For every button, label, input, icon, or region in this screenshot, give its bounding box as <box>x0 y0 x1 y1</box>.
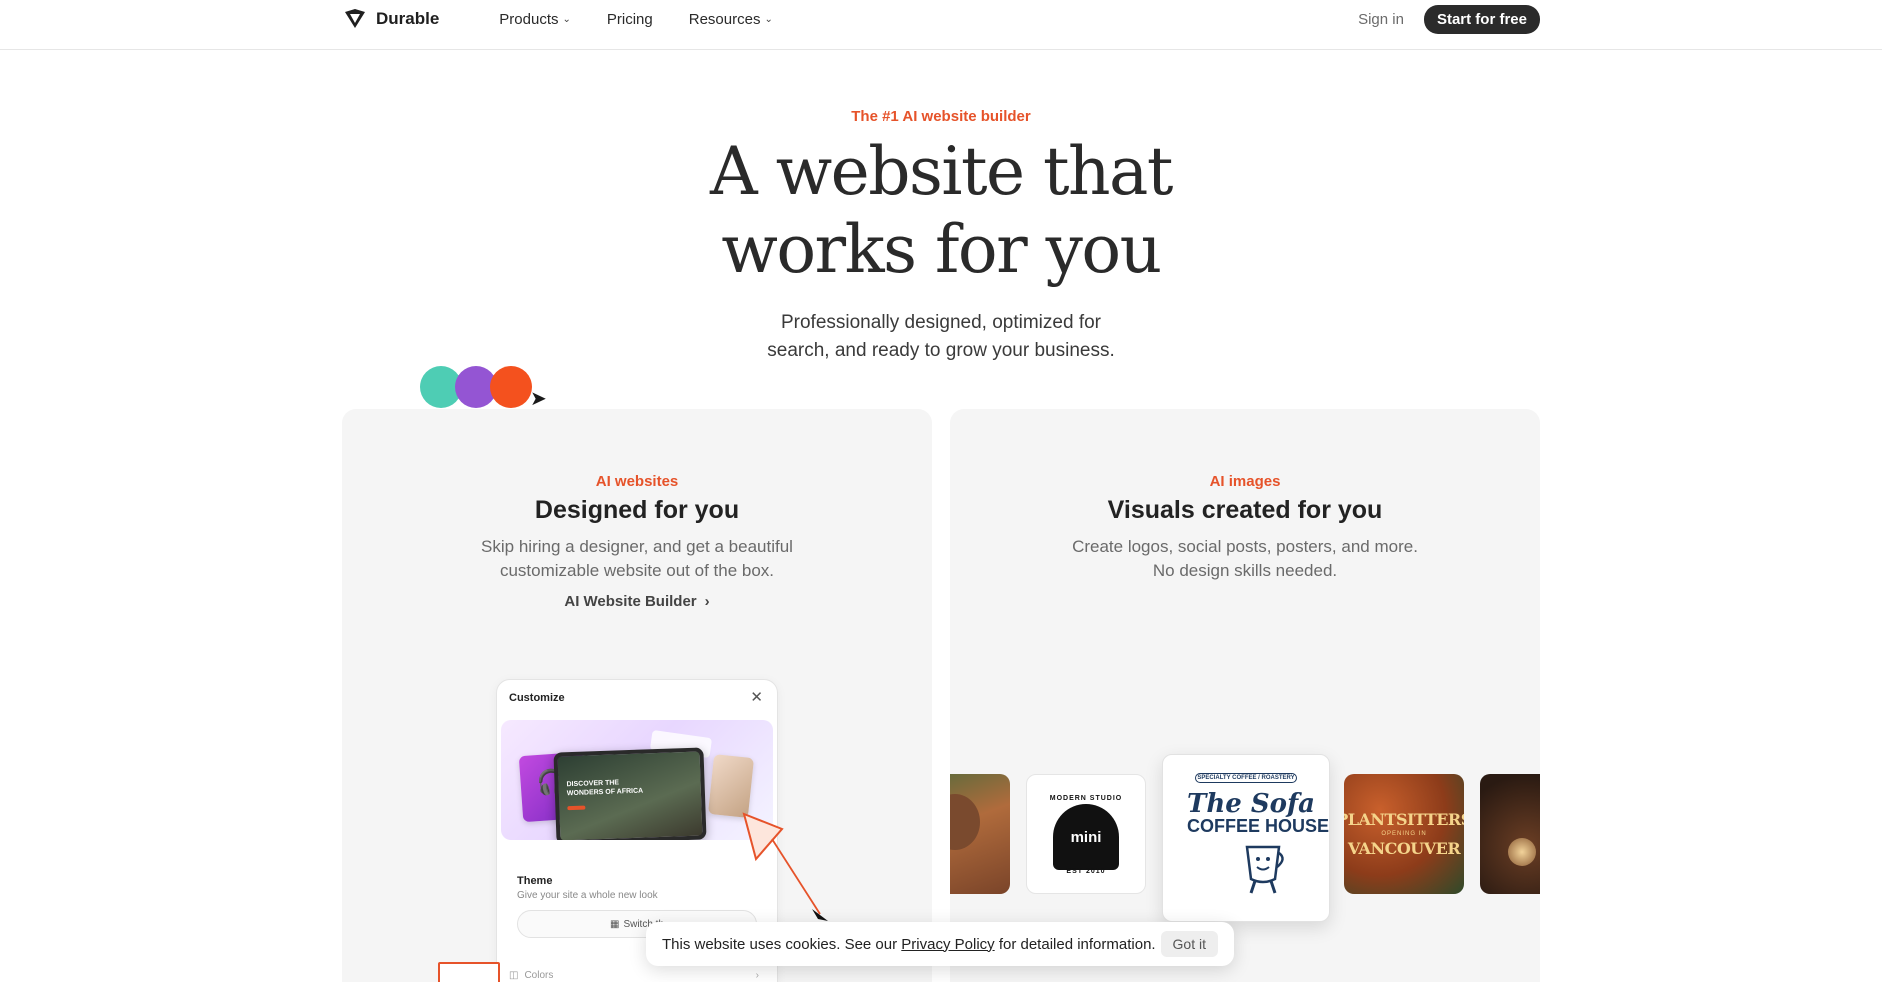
brand-logo[interactable]: Durable <box>342 8 439 30</box>
cookie-banner: This website uses cookies. See our Priva… <box>646 922 1234 966</box>
orange-dot <box>490 366 532 408</box>
theme-label: Theme <box>517 875 553 887</box>
chevron-down-icon: ⌄ <box>764 13 773 25</box>
modern-studio-logo: MODERN STUDIO mini EST 2010 <box>1026 774 1146 894</box>
chevron-right-icon: › <box>755 970 759 981</box>
hero-sub-line2: search, and ready to grow your business. <box>767 340 1115 361</box>
preview-thumb-portrait <box>707 754 755 818</box>
plant-opening: OPENING IN <box>1381 831 1427 837</box>
ai-images-eyebrow: AI images <box>1209 473 1281 490</box>
ai-websites-card: AI websites Designed for you Skip hiring… <box>342 409 932 982</box>
plant-title: PLANTSITTERS <box>1344 810 1464 829</box>
preview-africa-line2: WONDERS OF AFRICA <box>566 787 644 798</box>
nav-links: Products ⌄ Pricing Resources ⌄ <box>499 11 773 28</box>
hero-sub-line1: Professionally designed, optimized for <box>780 312 1101 333</box>
coffee-cup-mascot-icon <box>1245 845 1284 894</box>
theme-description: Give your site a whole new look <box>517 890 658 901</box>
ai-websites-header: AI websites Designed for you Skip hiring… <box>342 473 932 611</box>
nav-products[interactable]: Products ⌄ <box>499 11 571 28</box>
switch-icon: ▦ <box>609 918 620 930</box>
preview-africa-button <box>567 805 586 811</box>
mini-badge: mini <box>1053 804 1119 870</box>
ai-images-description: Create logos, social posts, posters, and… <box>950 535 1540 583</box>
ai-images-title: Visuals created for you <box>1107 496 1383 524</box>
image-gallery: MODERN STUDIO mini EST 2010 SPECIALTY CO… <box>950 754 1540 924</box>
orange-selection-box <box>438 962 500 982</box>
ai-websites-desc-line2: customizable website out of the box. <box>499 561 775 580</box>
chevron-down-icon: ⌄ <box>562 13 571 25</box>
nav-resources-label: Resources <box>688 10 761 28</box>
cookie-text-after: for detailed information. <box>994 935 1156 953</box>
cursor-arrow-icon <box>812 909 828 921</box>
hero-section: The #1 AI website builder A website that… <box>0 108 1882 365</box>
nav-resources[interactable]: Resources ⌄ <box>689 11 773 28</box>
ai-images-card: AI images Visuals created for you Create… <box>950 409 1540 982</box>
ai-websites-desc-line1: Skip hiring a designer, and get a beauti… <box>481 537 793 556</box>
sofa-subtitle: COFFEE HOUSE <box>1187 816 1330 836</box>
preview-thumb-africa: DISCOVER THE WONDERS OF AFRICA <box>553 747 707 840</box>
customize-panel-title: Customize <box>509 692 565 704</box>
candle-image <box>1480 774 1540 894</box>
nav-right: Sign in Start for free <box>1358 4 1540 34</box>
hero-subheading: Professionally designed, optimized for s… <box>0 309 1882 365</box>
sign-in-link[interactable]: Sign in <box>1358 11 1404 28</box>
start-for-free-button[interactable]: Start for free <box>1423 4 1540 34</box>
colors-label: Colors <box>524 970 554 981</box>
durable-logo-icon <box>345 9 365 28</box>
brand-name: Durable <box>376 9 440 28</box>
hero-eyebrow: The #1 AI website builder <box>851 108 1031 125</box>
ai-websites-description: Skip hiring a designer, and get a beauti… <box>342 535 932 583</box>
sofa-tag: SPECIALTY COFFEE / ROASTERY <box>1195 773 1297 783</box>
sofa-coffee-logo: SPECIALTY COFFEE / ROASTERY The Sofa COF… <box>1162 754 1330 922</box>
plantsitters-poster: PLANTSITTERS OPENING IN VANCOUVER <box>1344 774 1464 894</box>
mini-top-text: MODERN STUDIO <box>1049 795 1123 802</box>
cursor-arrow-icon: ➤ <box>530 388 547 410</box>
colors-row[interactable]: ◫ Colors <box>509 970 553 981</box>
pointer-line-stroke <box>771 838 821 915</box>
privacy-policy-link[interactable]: Privacy Policy <box>901 936 994 953</box>
plant-city: VANCOUVER <box>1347 839 1461 858</box>
portrait-image <box>950 774 1010 894</box>
theme-preview: DISCOVER THE WONDERS OF AFRICA <box>501 720 773 840</box>
chevron-right-icon: › <box>704 593 710 610</box>
mini-bottom-text: EST 2010 <box>1066 868 1106 875</box>
ai-website-builder-label: AI Website Builder <box>564 593 697 610</box>
nav-pricing-label: Pricing <box>606 10 653 28</box>
cookie-text-before: This website uses cookies. See our <box>662 935 902 953</box>
ai-websites-title: Designed for you <box>534 496 740 524</box>
close-icon[interactable]: ✕ <box>750 688 763 706</box>
top-navigation: Durable Products ⌄ Pricing Resources ⌄ S… <box>0 0 1882 50</box>
ai-images-desc-line1: Create logos, social posts, posters, and… <box>1072 537 1418 556</box>
sofa-title: The Sofa <box>1187 789 1315 819</box>
color-dots-decoration: ➤ <box>420 366 560 410</box>
hero-headline-line1: A website that <box>710 133 1173 210</box>
palette-icon: ◫ <box>509 970 519 981</box>
ai-websites-eyebrow: AI websites <box>595 473 679 490</box>
hero-headline-line2: works for you <box>721 211 1162 288</box>
nav-inner: Durable Products ⌄ Pricing Resources ⌄ S… <box>342 0 1540 38</box>
ai-images-desc-line2: No design skills needed. <box>1152 561 1338 580</box>
preview-africa-text: DISCOVER THE WONDERS OF AFRICA <box>566 778 643 799</box>
hero-headline: A website that works for you <box>0 133 1882 289</box>
ai-website-builder-link[interactable]: AI Website Builder › <box>564 593 709 610</box>
nav-pricing[interactable]: Pricing <box>607 11 653 28</box>
got-it-button[interactable]: Got it <box>1160 931 1218 957</box>
cookie-text: This website uses cookies. See our Priva… <box>662 936 1156 953</box>
nav-products-label: Products <box>499 10 559 28</box>
ai-images-header: AI images Visuals created for you Create… <box>950 473 1540 583</box>
